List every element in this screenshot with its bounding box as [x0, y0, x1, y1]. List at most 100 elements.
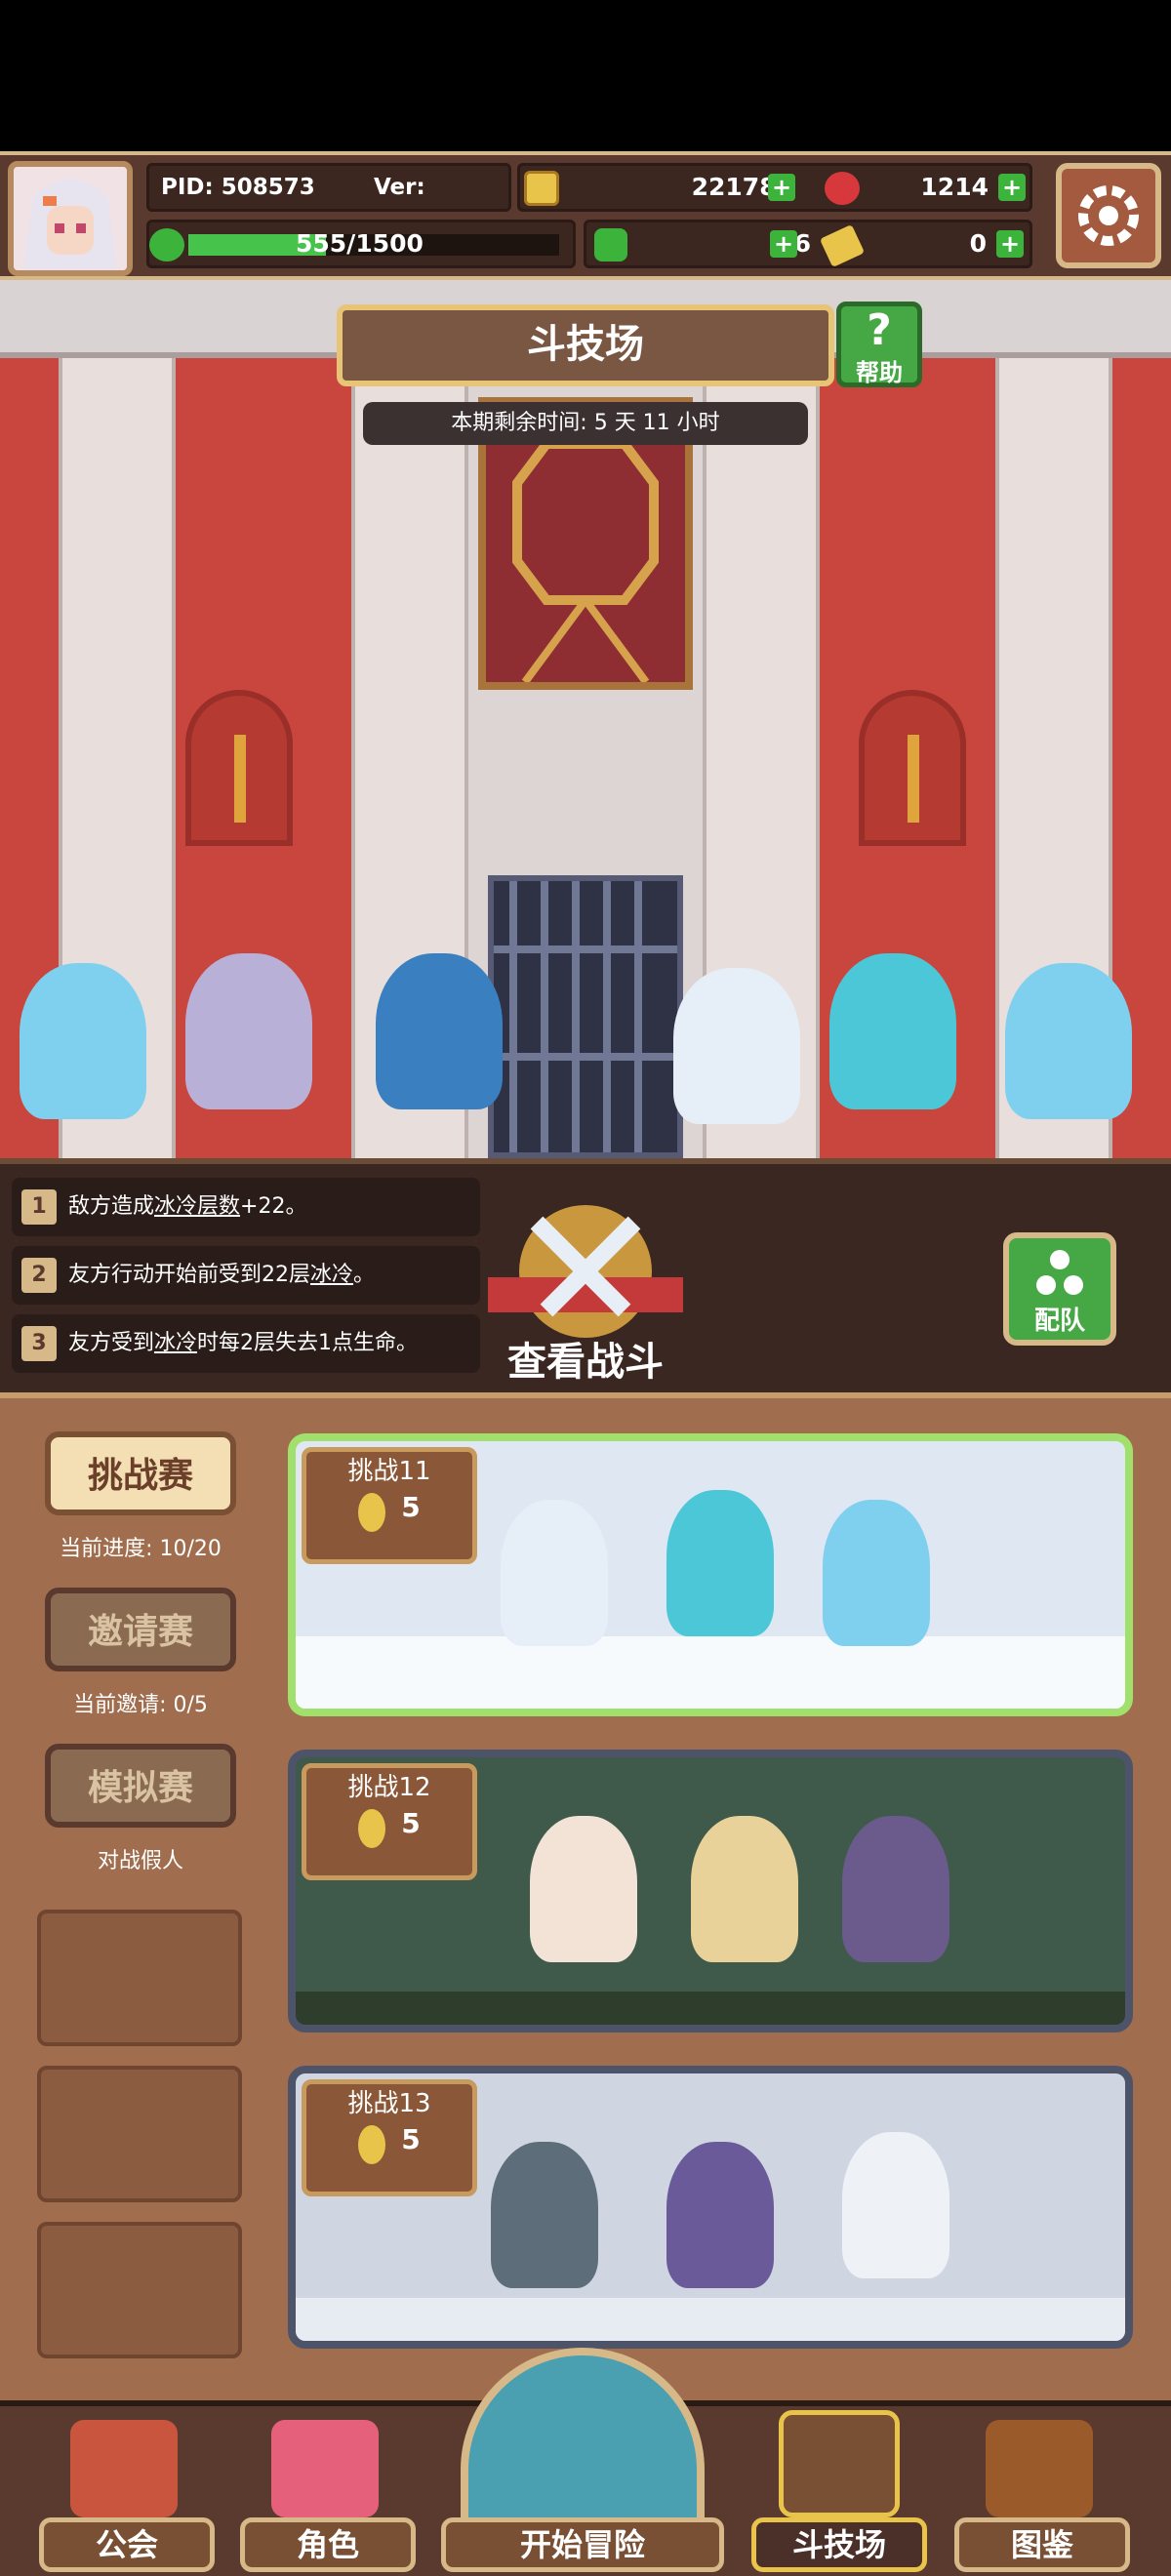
opponent-character — [530, 1816, 637, 1962]
rule-text: 时每2层失去1点生命。 — [197, 1331, 419, 1355]
nav-codex[interactable]: 图鉴 — [954, 2420, 1130, 2576]
arena-scene: 斗技场 ? 帮助 本期剩余时间: 5 天 11 小时 — [0, 280, 1171, 1158]
invitation-mode-button[interactable]: 邀请赛 — [45, 1588, 236, 1671]
add-clover-button[interactable]: + — [770, 230, 797, 258]
challenge-cost: 5 — [401, 2123, 421, 2155]
nav-character[interactable]: 角色 — [240, 2420, 416, 2576]
character-icon — [271, 2420, 379, 2517]
challenge-progress: 当前进度: 10/20 — [60, 1537, 222, 1561]
sword-icon — [234, 735, 246, 823]
nav-guild[interactable]: 公会 — [39, 2420, 215, 2576]
simulation-desc: 对战假人 — [97, 1849, 183, 1873]
rule-text: +22。 — [240, 1194, 307, 1219]
rule-text: 敌方造成 — [68, 1194, 155, 1219]
settings-button[interactable] — [1056, 163, 1161, 268]
add-ticket-button[interactable]: + — [996, 230, 1024, 258]
challenge-tag: 挑战13 5 — [302, 2079, 477, 2196]
rule-keyword[interactable]: 冰冷层数 — [154, 1194, 240, 1219]
question-icon: ? — [867, 305, 892, 355]
challenge-title: 挑战12 — [347, 1773, 431, 1802]
challenge-tag: 挑战11 5 — [302, 1447, 477, 1564]
nav-codex-label: 图鉴 — [954, 2517, 1130, 2572]
sword-icon — [908, 735, 919, 823]
challenge-mode-button[interactable]: 挑战赛 — [45, 1431, 236, 1515]
gem-amount: 1214 — [920, 173, 989, 201]
opponent-character — [691, 1816, 798, 1962]
gear-icon — [1078, 185, 1139, 246]
gold-coin-icon — [524, 171, 559, 206]
battle-rules-band: 1 敌方造成冰冷层数+22。 2 友方行动开始前受到22层冰冷。 3 友方受到冰冷时每… — [0, 1158, 1171, 1392]
codex-book-icon — [986, 2420, 1093, 2517]
clover-icon — [594, 228, 627, 262]
player-avatar[interactable] — [8, 161, 133, 276]
empty-mode-slot — [37, 2066, 242, 2202]
challenge-tag: 挑战12 5 — [302, 1763, 477, 1880]
view-battle-label: 查看战斗 — [507, 1340, 664, 1385]
add-gems-button[interactable]: + — [998, 174, 1026, 201]
guild-house-icon — [70, 2420, 178, 2517]
rule-number: 2 — [21, 1258, 57, 1293]
energy-amount: 555/1500 — [296, 229, 424, 258]
arena-main-panel: 挑战赛 当前进度: 10/20 邀请赛 当前邀请: 0/5 模拟赛 对战假人 挑… — [0, 1392, 1171, 2400]
snow-ground — [296, 1636, 1125, 1709]
energy-icon — [149, 228, 184, 262]
forest-ground — [296, 1992, 1125, 2025]
rule-item: 2 友方行动开始前受到22层冰冷。 — [12, 1246, 480, 1305]
crossed-swords-icon — [779, 2410, 900, 2517]
challenge-card[interactable]: 挑战11 5 — [288, 1433, 1133, 1716]
opponent-character — [842, 2132, 949, 2278]
challenge-title: 挑战11 — [347, 1457, 431, 1486]
ticket-amount: 0 — [969, 229, 987, 258]
rule-text: 友方行动开始前受到22层 — [68, 1263, 310, 1287]
coin-icon — [358, 1808, 386, 1848]
challenge-title: 挑战13 — [347, 2089, 431, 2118]
nav-guild-label: 公会 — [39, 2517, 215, 2572]
help-label: 帮助 — [856, 359, 903, 386]
arena-title: 斗技场 — [527, 322, 644, 367]
snow-ground — [296, 2298, 1125, 2341]
nav-adventure[interactable]: 开始冒险 — [441, 2348, 724, 2576]
opponent-character — [823, 1500, 930, 1646]
team-label: 配队 — [1033, 1307, 1085, 1336]
coin-icon — [358, 1492, 386, 1532]
rule-keyword[interactable]: 冰冷 — [310, 1263, 353, 1287]
energy-row: 555/1500 — [146, 220, 576, 268]
sword-niche — [859, 690, 966, 846]
challenge-card[interactable]: 挑战13 5 — [288, 2066, 1133, 2349]
nav-character-label: 角色 — [240, 2517, 416, 2572]
view-battle-button[interactable]: 查看战斗 — [478, 1193, 693, 1389]
red-gem-icon — [825, 172, 860, 205]
team-icon — [1036, 1250, 1083, 1295]
enemy-character — [829, 953, 956, 1109]
rule-number: 1 — [21, 1189, 57, 1225]
ticket-icon — [819, 223, 866, 268]
nav-arena[interactable]: 斗技场 — [751, 2410, 927, 2576]
arena-gate — [488, 875, 683, 1158]
coin-icon — [358, 2124, 386, 2164]
challenge-cost: 5 — [401, 1807, 421, 1839]
simulation-mode-button[interactable]: 模拟赛 — [45, 1744, 236, 1828]
nav-adventure-label: 开始冒险 — [441, 2517, 724, 2572]
opponent-character — [501, 1500, 608, 1646]
bottom-navigation: 公会 角色 开始冒险 斗技场 图鉴 — [0, 2348, 1171, 2576]
rule-keyword[interactable]: 冰冷 — [154, 1331, 197, 1355]
arena-title-plaque: 斗技场 — [337, 304, 834, 386]
add-gold-button[interactable]: + — [768, 174, 795, 201]
crossed-swords-icon — [488, 1205, 683, 1338]
challenge-cost: 5 — [401, 1491, 421, 1523]
help-button[interactable]: ? 帮助 — [836, 302, 922, 387]
opponent-character — [842, 1816, 949, 1962]
player-id: PID: 508573 — [161, 175, 315, 200]
invitation-progress: 当前邀请: 0/5 — [73, 1693, 208, 1717]
team-setup-button[interactable]: 配队 — [1003, 1232, 1116, 1346]
enemy-character — [1005, 963, 1132, 1119]
enemy-character — [20, 963, 146, 1119]
opponent-character — [666, 1490, 774, 1636]
enemy-character — [673, 968, 800, 1124]
rule-text: 。 — [353, 1263, 376, 1287]
rule-text: 友方受到 — [68, 1331, 155, 1355]
currency-row: 221782 + 1214 + — [517, 163, 1032, 212]
items-row: 36 + 0 + — [584, 220, 1032, 268]
sword-niche — [185, 690, 293, 846]
challenge-card[interactable]: 挑战12 5 — [288, 1750, 1133, 2033]
